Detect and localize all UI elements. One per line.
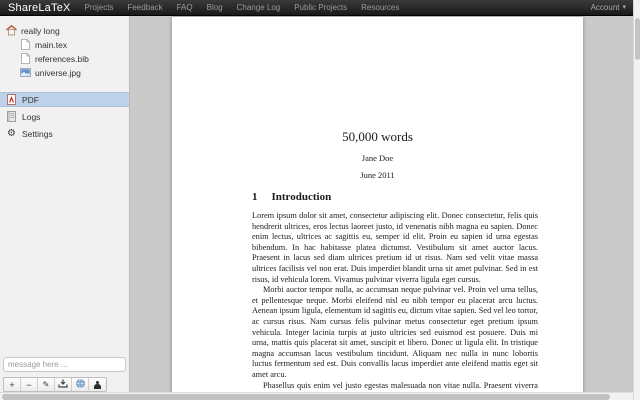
nav-item-changelog[interactable]: Change Log (237, 3, 281, 12)
chevron-down-icon: ▾ (622, 4, 626, 11)
add-file-button[interactable]: + (4, 378, 21, 391)
document-title: 50,000 words (342, 129, 413, 144)
vertical-scrollbar-thumb[interactable] (635, 18, 640, 60)
file-toolbar: + − ✎ (3, 377, 107, 392)
section-heading: 1 Introduction (252, 191, 331, 203)
publish-project-button[interactable] (72, 378, 89, 391)
document-date: June 2011 (360, 170, 395, 180)
pdf-icon (6, 94, 17, 105)
upload-file-button[interactable] (55, 378, 72, 391)
delete-file-button[interactable]: − (21, 378, 38, 391)
nav-item-resources[interactable]: Resources (361, 3, 399, 12)
pdf-document: 50,000 words Jane Doe June 2011 1 Introdu… (172, 17, 583, 392)
pdf-page: 50,000 words Jane Doe June 2011 1 Introdu… (172, 17, 583, 392)
project-name: really long (21, 25, 60, 36)
file-label: main.tex (35, 39, 68, 50)
nav-item-projects[interactable]: Projects (85, 3, 114, 12)
file-icon (20, 53, 31, 64)
horizontal-scrollbar[interactable] (0, 392, 633, 400)
nav-item-blog[interactable]: Blog (207, 3, 223, 12)
view-item-pdf[interactable]: PDF (0, 92, 129, 107)
share-project-button[interactable] (89, 378, 106, 391)
account-label: Account (590, 3, 620, 12)
section-title: Introduction (271, 191, 332, 203)
vertical-scrollbar[interactable] (633, 0, 640, 400)
gear-icon: ⚙ (7, 127, 16, 139)
file-label: universe.jpg (35, 67, 81, 78)
chat-message-input[interactable] (3, 357, 126, 372)
document-body: Lorem ipsum dolor sit amet, consectetur … (252, 211, 538, 392)
paragraph: Phasellus quis enim vel justo egestas ma… (252, 380, 538, 393)
nav-links: Projects Feedback FAQ Blog Change Log Pu… (85, 3, 400, 12)
file-item-references-bib[interactable]: references.bib (0, 52, 129, 65)
nav-item-feedback[interactable]: Feedback (127, 3, 162, 12)
file-icon (20, 39, 31, 50)
upload-icon (58, 379, 68, 390)
view-switcher: PDF Logs ⚙ Settings (0, 92, 129, 143)
project-root[interactable]: really long (0, 24, 129, 37)
file-label: references.bib (35, 53, 89, 64)
document-author: Jane Doe (361, 153, 394, 163)
horizontal-scrollbar-thumb[interactable] (2, 394, 610, 400)
paragraph: Lorem ipsum dolor sit amet, consectetur … (252, 211, 538, 284)
view-label: PDF (22, 94, 39, 105)
top-navbar: ShareLaTeX Projects Feedback FAQ Blog Ch… (0, 0, 640, 16)
view-label: Settings (22, 128, 53, 139)
brand-logo[interactable]: ShareLaTeX (8, 2, 71, 14)
account-menu[interactable]: Account ▾ (591, 3, 626, 12)
minus-icon: − (26, 379, 32, 390)
file-tree: really long main.tex references.bib univ… (0, 24, 129, 80)
image-icon (20, 67, 31, 78)
home-icon (6, 25, 17, 36)
rename-file-button[interactable]: ✎ (38, 378, 55, 391)
view-label: Logs (22, 111, 41, 122)
pdf-viewer[interactable]: 50,000 words Jane Doe June 2011 1 Introdu… (131, 16, 633, 392)
view-item-settings[interactable]: ⚙ Settings (0, 126, 129, 141)
file-item-universe-jpg[interactable]: universe.jpg (0, 66, 129, 79)
pencil-icon: ✎ (42, 380, 50, 389)
nav-item-public-projects[interactable]: Public Projects (294, 3, 347, 12)
logs-icon (6, 111, 17, 122)
person-icon (94, 380, 101, 389)
sidebar: really long main.tex references.bib univ… (0, 16, 130, 392)
nav-item-faq[interactable]: FAQ (177, 3, 193, 12)
view-item-logs[interactable]: Logs (0, 109, 129, 124)
globe-icon (75, 379, 85, 390)
paragraph: Morbi auctor tempor nulla, ac accumsan n… (252, 285, 538, 379)
section-number: 1 (252, 191, 258, 203)
file-item-main-tex[interactable]: main.tex (0, 38, 129, 51)
plus-icon: + (9, 379, 15, 390)
